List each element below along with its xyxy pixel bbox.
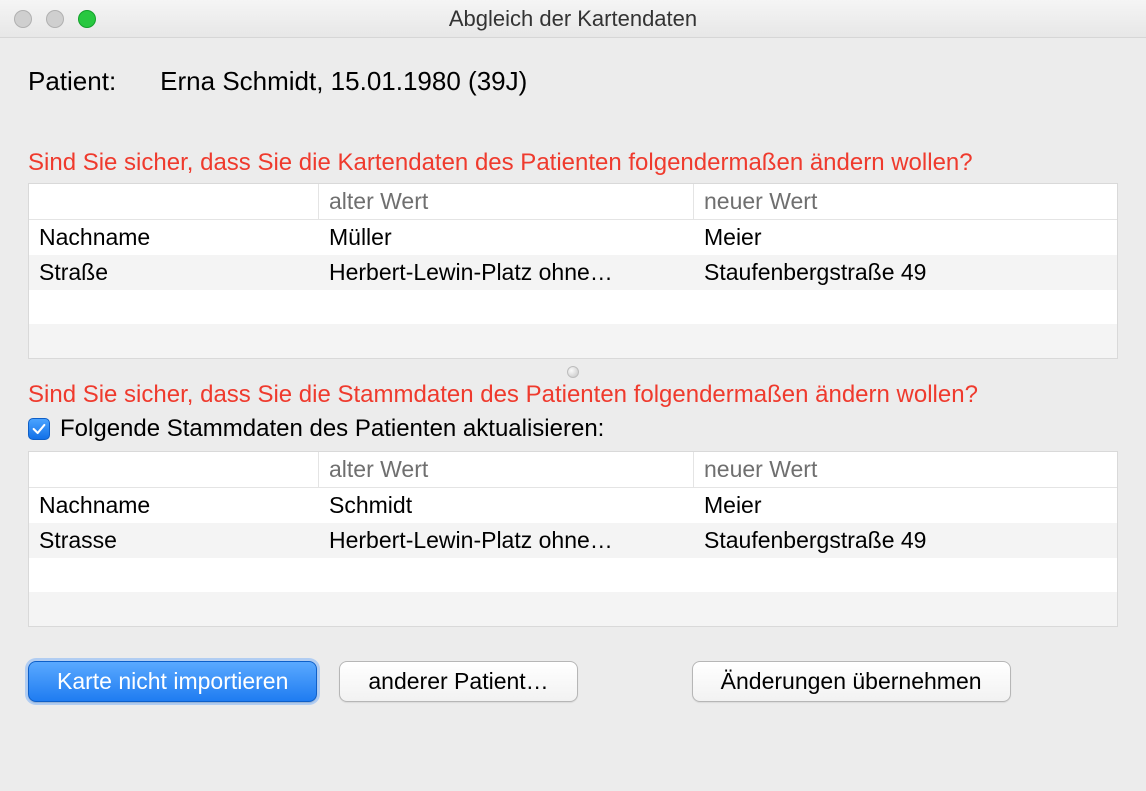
table-row-empty — [29, 592, 1117, 626]
table-row-empty — [29, 290, 1117, 324]
titlebar: Abgleich der Kartendaten — [0, 0, 1146, 38]
close-window-icon[interactable] — [14, 10, 32, 28]
master-data-table: alter Wert neuer Wert Nachname Schmidt M… — [28, 451, 1118, 627]
cell-field: Straße — [29, 255, 319, 290]
update-master-checkbox[interactable] — [28, 418, 50, 440]
apply-changes-button[interactable]: Änderungen übernehmen — [692, 661, 1011, 702]
no-import-button[interactable]: Karte nicht importieren — [28, 661, 317, 702]
checkmark-icon — [31, 421, 47, 437]
cell-field: Strasse — [29, 523, 319, 558]
card-data-heading: Sind Sie sicher, dass Sie die Kartendate… — [28, 149, 1118, 177]
table-row[interactable]: Nachname Müller Meier — [29, 220, 1117, 255]
card-data-header: alter Wert neuer Wert — [29, 184, 1117, 220]
patient-value: Erna Schmidt, 15.01.1980 (39J) — [160, 66, 527, 97]
window-controls — [14, 10, 96, 28]
patient-row: Patient: Erna Schmidt, 15.01.1980 (39J) — [28, 66, 1118, 97]
master-data-header: alter Wert neuer Wert — [29, 452, 1117, 488]
master-header-field[interactable] — [29, 452, 319, 487]
cell-field: Nachname — [29, 488, 319, 523]
card-data-table: alter Wert neuer Wert Nachname Müller Me… — [28, 183, 1118, 359]
cell-new: Meier — [694, 220, 1117, 255]
master-header-old[interactable]: alter Wert — [319, 452, 694, 487]
split-divider[interactable] — [28, 363, 1118, 381]
zoom-window-icon[interactable] — [78, 10, 96, 28]
cell-old: Herbert-Lewin-Platz ohne… — [319, 523, 694, 558]
cell-new: Staufenbergstraße 49 — [694, 255, 1117, 290]
card-header-new[interactable]: neuer Wert — [694, 184, 1117, 219]
table-row-empty — [29, 558, 1117, 592]
cell-new: Meier — [694, 488, 1117, 523]
cell-old: Müller — [319, 220, 694, 255]
master-data-heading: Sind Sie sicher, dass Sie die Stammdaten… — [28, 381, 1118, 409]
button-bar: Karte nicht importieren anderer Patient…… — [0, 661, 1146, 718]
table-row[interactable]: Nachname Schmidt Meier — [29, 488, 1117, 523]
minimize-window-icon[interactable] — [46, 10, 64, 28]
card-header-field[interactable] — [29, 184, 319, 219]
table-row[interactable]: Strasse Herbert-Lewin-Platz ohne… Staufe… — [29, 523, 1117, 558]
patient-label: Patient: — [28, 66, 116, 97]
update-master-checkbox-label: Folgende Stammdaten des Patienten aktual… — [60, 415, 604, 443]
master-header-new[interactable]: neuer Wert — [694, 452, 1117, 487]
grip-icon — [567, 366, 579, 378]
other-patient-button[interactable]: anderer Patient… — [339, 661, 577, 702]
cell-old: Herbert-Lewin-Platz ohne… — [319, 255, 694, 290]
window-title: Abgleich der Kartendaten — [0, 6, 1146, 32]
update-master-checkbox-row[interactable]: Folgende Stammdaten des Patienten aktual… — [28, 415, 1118, 443]
card-header-old[interactable]: alter Wert — [319, 184, 694, 219]
table-row[interactable]: Straße Herbert-Lewin-Platz ohne… Staufen… — [29, 255, 1117, 290]
cell-field: Nachname — [29, 220, 319, 255]
cell-old: Schmidt — [319, 488, 694, 523]
table-row-empty — [29, 324, 1117, 358]
cell-new: Staufenbergstraße 49 — [694, 523, 1117, 558]
